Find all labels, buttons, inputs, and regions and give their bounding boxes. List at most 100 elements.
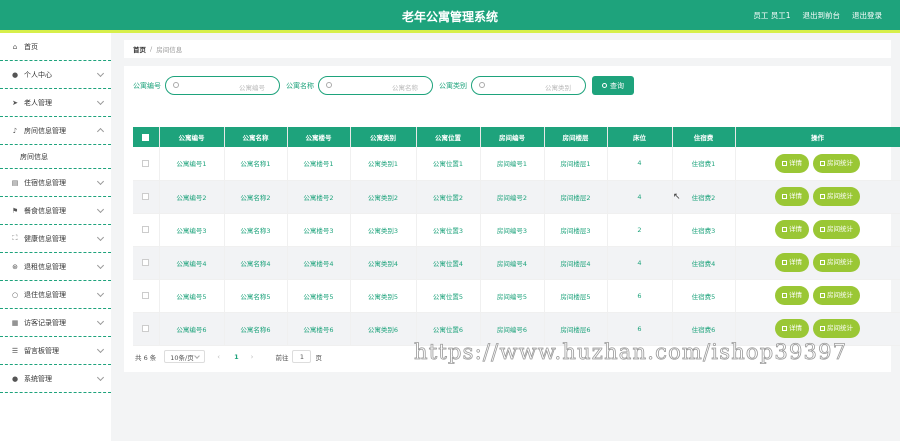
sidebar-item-4[interactable]: ▤ 住宿信息管理 [0,169,111,197]
room-stats-button[interactable]: 房间统计 [813,153,860,173]
col-fee[interactable]: 住宿费 [672,127,736,147]
goto-page-input[interactable]: 1 [292,350,312,363]
chart-icon [820,194,825,199]
apartment-type-label: 公寓类别 [439,81,467,90]
table-row[interactable]: 公寓编号2 公寓名称2 公寓楼号2 公寓类别2 公寓位置2 房间编号2 房间楼层2 4 住宿费2… [133,180,900,214]
checkbox[interactable] [142,259,150,266]
room-stats-button[interactable]: 房间统计 [813,253,860,272]
sidebar-item-7[interactable]: ⊛ 退租信息管理 [0,253,111,281]
chevron-up-icon [96,127,105,136]
apartment-type-input[interactable]: 公寓类别 [471,76,586,95]
col-building-no[interactable]: 公寓楼号 [287,127,351,147]
row-checkbox[interactable] [133,246,160,280]
steering-icon: ⊛ [12,262,18,271]
sidebar-item-1[interactable]: ● 个人中心 [0,61,111,89]
row-checkbox[interactable] [133,213,160,247]
sidebar-item-6[interactable]: ⛶ 健康信息管理 [0,225,111,253]
apartment-no-input[interactable]: 公寓编号 [165,76,280,95]
content-panel: 公寓编号 公寓编号 公寓名称 公寓名称 公寓类别 公寓类别 查询 公寓编号 公寓… [124,66,900,372]
table-row[interactable]: 公寓编号3 公寓名称3 公寓楼号3 公寓类别3 公寓位置3 房间编号3 房间楼层3 2 住宿费3… [133,213,900,247]
cell-room-floor: 房间楼层3 [544,213,608,247]
sidebar-item-label: 房间信息管理 [24,126,66,135]
sidebar-subitem-room-info[interactable]: 房间信息 [0,145,111,169]
detail-button[interactable]: 详情 [775,220,809,239]
cell-apartment-name: 公寓名称6 [224,312,288,346]
sidebar-item-label: 健康信息管理 [24,234,66,243]
col-room-floor[interactable]: 房间楼层 [544,127,608,147]
table-row[interactable]: 公寓编号5 公寓名称5 公寓楼号5 公寓类别5 公寓位置5 房间编号5 房间楼层5 6 住宿费5… [133,279,900,313]
prev-page-button[interactable]: ‹ [217,353,220,361]
room-stats-button-label: 房间统计 [827,158,853,167]
checkbox[interactable] [142,226,150,233]
cell-actions: 详情 房间统计 [735,279,900,313]
checkbox[interactable] [142,193,150,200]
detail-button[interactable]: 详情 [775,153,809,173]
sidebar-item-label: 餐食信息管理 [24,206,66,215]
row-checkbox[interactable] [133,180,160,214]
sidebar-item-9[interactable]: ▦ 访客记录管理 [0,309,111,337]
table-row[interactable]: 公寓编号4 公寓名称4 公寓楼号4 公寓类别4 公寓位置4 房间编号4 房间楼层4 4 住宿费4… [133,246,900,280]
apartment-no-label: 公寓编号 [133,81,161,90]
sidebar-item-11[interactable]: ● 系统管理 [0,365,111,393]
page-number-current[interactable]: 1 [234,353,239,361]
detail-button[interactable]: 详情 [775,286,809,305]
col-apartment-name[interactable]: 公寓名称 [224,127,288,147]
sidebar-item-0[interactable]: ⌂ 首页 [0,33,111,61]
ring-icon: ○ [11,290,19,299]
checkbox[interactable] [142,292,150,299]
sidebar-item-8[interactable]: ○ 退住信息管理 [0,281,111,309]
col-room-no[interactable]: 房间编号 [480,127,545,147]
cell-actions: 详情 房间统计 [735,246,900,280]
row-checkbox[interactable] [133,147,160,181]
col-apartment-location[interactable]: 公寓位置 [416,127,481,147]
sidebar-item-label: 访客记录管理 [24,318,66,327]
detail-button[interactable]: 详情 [775,187,809,206]
table-row[interactable]: 公寓编号1 公寓名称1 公寓楼号1 公寓类别1 公寓位置1 房间编号1 房间楼层1 4 住宿费1… [133,147,900,181]
sidebar-item-3[interactable]: ♪ 房间信息管理 [0,117,111,145]
room-stats-button[interactable]: 房间统计 [813,286,860,305]
logout-link[interactable]: 退出登录 [852,10,882,21]
room-stats-button[interactable]: 房间统计 [813,187,860,206]
sidebar-item-label: 系统管理 [24,374,52,383]
sidebar-item-2[interactable]: ➤ 老人管理 [0,89,111,117]
detail-button[interactable]: 详情 [775,253,809,272]
select-all-checkbox[interactable] [133,127,160,147]
checkbox[interactable] [142,325,150,332]
cell-actions: 详情 房间统计 [735,147,900,181]
breadcrumb-current: 房间信息 [156,46,183,54]
sidebar-item-10[interactable]: ☰ 留言板管理 [0,337,111,365]
detail-button[interactable]: 详情 [775,319,809,338]
page-size-select[interactable]: 10条/页 [164,350,206,363]
sidebar-item-label: 首页 [24,42,38,51]
room-stats-button[interactable]: 房间统计 [813,220,860,239]
breadcrumb-home[interactable]: 首页 [133,44,146,54]
mic-icon: ♪ [12,126,18,135]
document-icon [782,326,787,331]
col-beds[interactable]: 床位 [607,127,673,147]
flag-icon: ⚑ [11,206,19,215]
col-apartment-no[interactable]: 公寓编号 [159,127,225,147]
total-count: 共 6 条 [135,353,157,362]
cell-apartment-name: 公寓名称2 [224,180,288,214]
home-icon: ⌂ [12,42,18,51]
next-page-button[interactable]: › [251,353,254,361]
room-stats-button-label: 房间统计 [827,258,853,266]
row-checkbox[interactable] [133,279,160,313]
grid-icon: ▦ [11,318,19,327]
cell-room-no: 房间编号5 [480,279,545,313]
row-checkbox[interactable] [133,312,160,346]
sidebar-item-5[interactable]: ⚑ 餐食信息管理 [0,197,111,225]
room-stats-button[interactable]: 房间统计 [813,319,860,338]
cell-room-floor: 房间楼层5 [544,279,608,313]
cell-building-no: 公寓楼号5 [287,279,351,313]
search-button[interactable]: 查询 [592,76,634,95]
table-header-row: 公寓编号 公寓名称 公寓楼号 公寓类别 公寓位置 房间编号 房间楼层 床位 住宿… [133,127,900,147]
checkbox[interactable] [142,159,150,167]
exit-to-front-link[interactable]: 退出到前台 [803,10,841,21]
room-stats-button-label: 房间统计 [827,192,853,200]
sidebar-item-label: 退租信息管理 [24,262,66,271]
apartment-name-input[interactable]: 公寓名称 [318,76,433,95]
col-apartment-type[interactable]: 公寓类别 [350,127,417,147]
room-table: 公寓编号 公寓名称 公寓楼号 公寓类别 公寓位置 房间编号 房间楼层 床位 住宿… [133,127,900,346]
cell-room-no: 房间编号4 [480,246,545,280]
